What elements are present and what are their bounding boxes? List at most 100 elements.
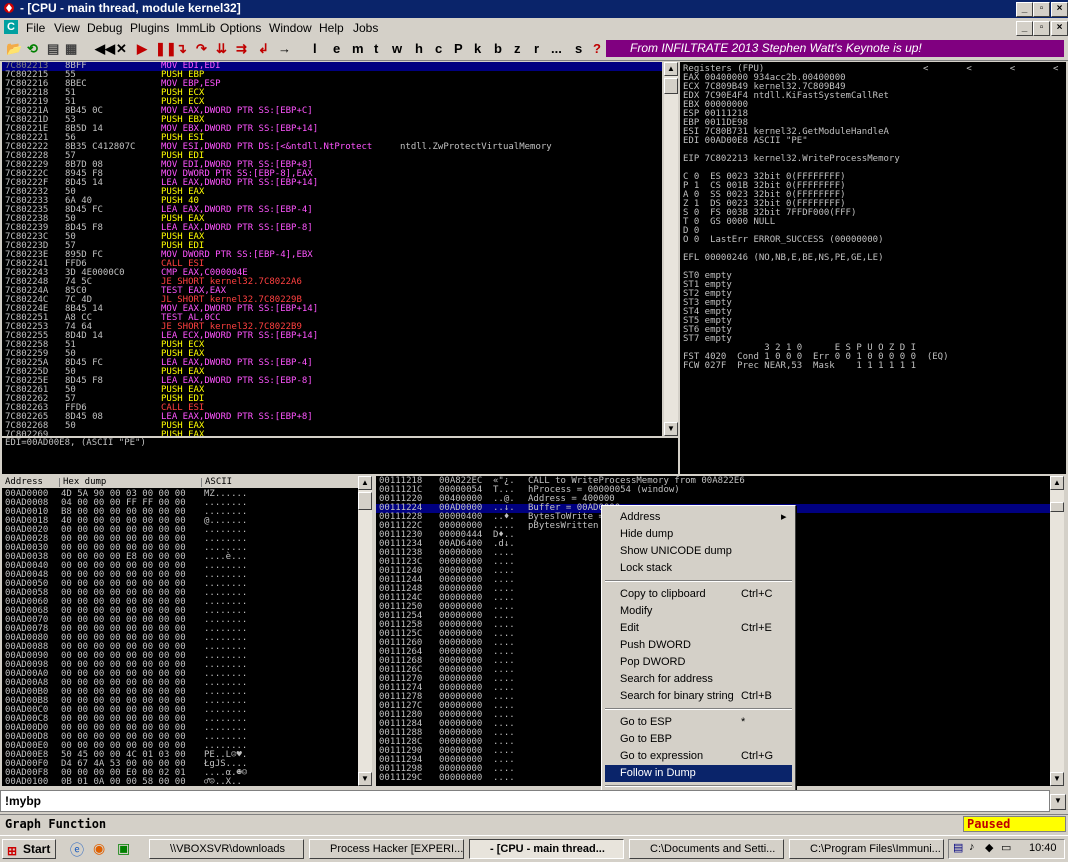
disasm-row[interactable]: 7C802262 57 PUSH EDI: [2, 395, 662, 404]
dump-header-ascii[interactable]: ASCII: [201, 478, 232, 487]
dump-row[interactable]: 00AD0100 0B 01 0A 00 00 58 00 00 ♂☺..X..: [2, 778, 358, 787]
toolbar-help[interactable]: ?: [593, 41, 601, 56]
menu-item-show-unicode-dump[interactable]: Show UNICODE dump: [605, 543, 792, 560]
menu-item-modify[interactable]: Modify: [605, 603, 792, 620]
menu-item-address[interactable]: Address ▸: [605, 509, 792, 526]
toolbar-s[interactable]: s: [575, 41, 582, 56]
menu-item-follow-in-dump[interactable]: Follow in Dump: [605, 765, 792, 782]
display-icon[interactable]: ▭: [1001, 841, 1011, 854]
restart-icon[interactable]: ⟲: [27, 41, 38, 57]
toolbar-p[interactable]: P: [454, 41, 463, 56]
menu-item-search-for-binary-string[interactable]: Search for binary string Ctrl+B: [605, 688, 792, 705]
dump-scroll-thumb[interactable]: [358, 492, 372, 510]
disasm-row[interactable]: 7C802251 A8 CC TEST AL,0CC: [2, 314, 662, 323]
disasm-row[interactable]: 7C80224A 85C0 TEST EAX,EAX: [2, 287, 662, 296]
network-icon[interactable]: ▤: [953, 841, 963, 854]
run-icon[interactable]: ▶: [137, 41, 147, 57]
dump-scrollbar[interactable]: ▲ ▼: [358, 476, 372, 786]
toolbar-w[interactable]: w: [392, 41, 402, 56]
disasm-row[interactable]: 7C802261 50 PUSH EAX: [2, 386, 662, 395]
volume-icon[interactable]: ♪: [969, 841, 975, 853]
toolbar-c[interactable]: c: [435, 41, 442, 56]
console-icon[interactable]: ▣: [117, 840, 130, 857]
toolbar-dots[interactable]: ...: [551, 41, 562, 56]
toolbar-l[interactable]: l: [313, 41, 317, 56]
menu-item-lock-stack[interactable]: Lock stack: [605, 560, 792, 577]
disasm-row[interactable]: 7C802213 8BFF MOV EDI,EDI: [2, 62, 662, 71]
toolbar-t[interactable]: t: [374, 41, 378, 56]
disasm-row[interactable]: 7C80221E 8B5D 14 MOV EBX,DWORD PTR SS:[EBP…: [2, 125, 662, 134]
dump-header-hex[interactable]: Hex dump: [59, 478, 106, 487]
execute-till-return-icon[interactable]: ↲: [258, 41, 269, 57]
disasm-row[interactable]: 7C80223C 50 PUSH EAX: [2, 233, 662, 242]
step-into-icon[interactable]: ↴: [176, 41, 187, 57]
disasm-row[interactable]: 7C802243 3D 4E0000C0 CMP EAX,C000004E: [2, 269, 662, 278]
menu-view[interactable]: View: [54, 21, 80, 35]
disasm-row[interactable]: 7C802215 55 PUSH EBP: [2, 71, 662, 80]
title-bar[interactable]: - [CPU - main thread, module kernel32] _…: [0, 0, 1068, 18]
disasm-row[interactable]: 7C802258 51 PUSH ECX: [2, 341, 662, 350]
news-banner[interactable]: From INFILTRATE 2013 Stephen Watt's Keyn…: [606, 40, 1064, 57]
disasm-row[interactable]: 7C802248 74 5C JE SHORT kernel32.7C8022A6: [2, 278, 662, 287]
hex-dump-pane[interactable]: Address Hex dump ASCII 00AD0000 4D 5A 90 …: [2, 476, 358, 786]
disasm-row[interactable]: 7C802222 8B35 C412807C MOV ESI,DWORD PTR D…: [2, 143, 662, 152]
disasm-row[interactable]: 7C802269 PUSH EAX: [2, 431, 662, 437]
menu-plugins[interactable]: Plugins: [130, 21, 169, 35]
cpu-window-icon[interactable]: C: [4, 20, 18, 34]
toolbar-z[interactable]: z: [514, 41, 521, 56]
dump-scroll-up-icon[interactable]: ▲: [358, 476, 372, 490]
menu-item-go-to-ebp[interactable]: Go to EBP: [605, 731, 792, 748]
taskbar-item-downloads[interactable]: \\VBOXSVR\downloads: [149, 839, 304, 859]
toolbar-r[interactable]: r: [534, 41, 539, 56]
disasm-row[interactable]: 7C80223E 895D FC MOV DWORD PTR SS:[EBP-4],…: [2, 251, 662, 260]
child-minimize-button[interactable]: _: [1016, 21, 1033, 36]
disasm-row[interactable]: 7C802239 8D45 F8 LEA EAX,DWORD PTR SS:[EBP…: [2, 224, 662, 233]
disasm-row[interactable]: 7C80225E 8D45 F8 LEA EAX,DWORD PTR SS:[EBP…: [2, 377, 662, 386]
disassembly-scrollbar[interactable]: ▲ ▼: [664, 62, 678, 436]
scroll-up-icon[interactable]: ▲: [664, 62, 678, 76]
registers-nav-arrows[interactable]: < < < < <: [923, 65, 1066, 74]
disasm-row[interactable]: 7C802218 51 PUSH ECX: [2, 89, 662, 98]
menu-jobs[interactable]: Jobs: [353, 21, 378, 35]
menu-item-push-dword[interactable]: Push DWORD: [605, 637, 792, 654]
command-input[interactable]: !mybp: [0, 790, 1050, 812]
menu-item-go-to-esp[interactable]: Go to ESP *: [605, 714, 792, 731]
disasm-row[interactable]: 7C802232 50 PUSH EAX: [2, 188, 662, 197]
disasm-row[interactable]: 7C802216 8BEC MOV EBP,ESP: [2, 80, 662, 89]
scroll-down-icon[interactable]: ▼: [664, 422, 678, 436]
toolbar-h[interactable]: h: [415, 41, 423, 56]
toolbar-b[interactable]: b: [494, 41, 502, 56]
stack-scroll-down-icon[interactable]: ▼: [1050, 772, 1064, 786]
disasm-row[interactable]: 7C80222F 8D45 14 LEA EAX,DWORD PTR SS:[EBP…: [2, 179, 662, 188]
menu-file[interactable]: File: [26, 21, 45, 35]
toolbar-m[interactable]: m: [352, 41, 364, 56]
firefox-icon[interactable]: ◉: [93, 840, 105, 857]
taskbar-item-process-hacker[interactable]: Process Hacker [EXPERI...: [309, 839, 464, 859]
trace-into-icon[interactable]: ⇊: [216, 41, 227, 57]
dump-header-address[interactable]: Address: [5, 478, 43, 487]
start-button[interactable]: ⊞ Start: [2, 839, 56, 859]
menu-options[interactable]: Options: [220, 21, 261, 35]
disassembly-pane[interactable]: 7C802213 8BFF MOV EDI,EDI 7C802215 55 PUSH EB…: [2, 62, 662, 436]
registers-pane[interactable]: Registers (FPU) < < < < < EAX 00400000 9…: [680, 62, 1066, 474]
minimize-button[interactable]: _: [1016, 2, 1033, 17]
child-restore-button[interactable]: ▫: [1033, 21, 1050, 36]
menu-item-hide-dump[interactable]: Hide dump: [605, 526, 792, 543]
menu-item-search-for-address[interactable]: Search for address: [605, 671, 792, 688]
open-icon[interactable]: 📂: [6, 41, 22, 57]
taskbar-item-cpu[interactable]: - [CPU - main thread...: [469, 839, 624, 859]
stop-icon[interactable]: ✕: [116, 41, 127, 57]
stack-scrollbar[interactable]: ▲ ▼: [1050, 476, 1064, 786]
disasm-row[interactable]: 7C80225A 8D45 FC LEA EAX,DWORD PTR SS:[EBP…: [2, 359, 662, 368]
child-close-button[interactable]: ×: [1051, 21, 1068, 36]
toolbar-k[interactable]: k: [474, 41, 481, 56]
stack-scroll-up-icon[interactable]: ▲: [1050, 476, 1064, 490]
disasm-row[interactable]: 7C80221A 8B45 0C MOV EAX,DWORD PTR SS:[EBP…: [2, 107, 662, 116]
maximize-button[interactable]: ▫: [1033, 2, 1050, 17]
taskbar-item-documents[interactable]: C:\Documents and Setti...: [629, 839, 784, 859]
menu-item-go-to-expression[interactable]: Go to expression Ctrl+G: [605, 748, 792, 765]
trace-over-icon[interactable]: ⇉: [236, 41, 247, 57]
disasm-row[interactable]: 7C802255 8D4D 14 LEA ECX,DWORD PTR SS:[EBP…: [2, 332, 662, 341]
menu-help[interactable]: Help: [319, 21, 344, 35]
menu-item-edit[interactable]: Edit Ctrl+E: [605, 620, 792, 637]
